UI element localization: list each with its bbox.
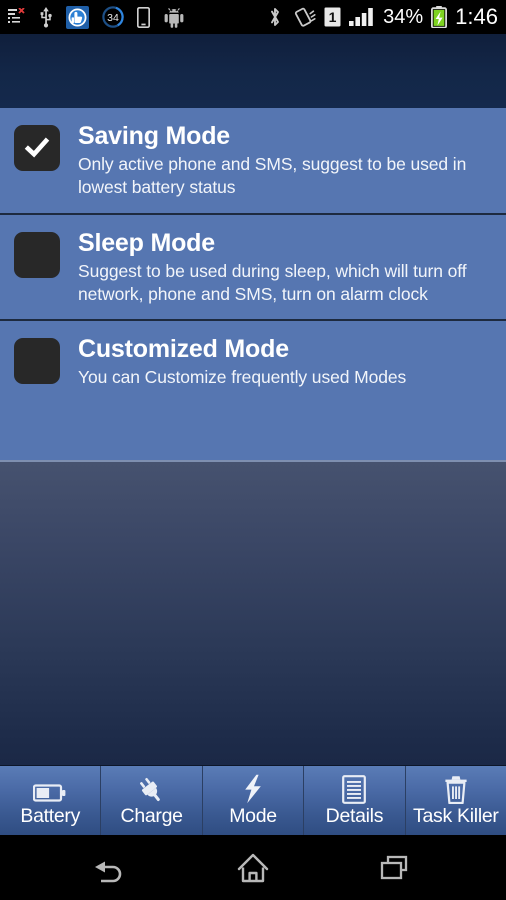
usb-icon [39,6,53,28]
status-bar-left-icons: 34 [8,5,185,29]
tab-label: Details [325,805,384,828]
battery-icon [33,774,67,804]
mode-description: Suggest to be used during sleep, which w… [78,260,467,304]
checkbox-sleep-mode[interactable] [14,231,60,278]
tab-label: Battery [20,805,81,828]
battery-percent-label: 34% [383,6,424,28]
status-bar-right-icons: 1 34% 1:46 [268,6,498,28]
plug-icon [137,774,167,804]
mode-title: Customized Mode [78,335,289,364]
bolt-icon [241,774,265,804]
phone-screen: 34 1 34% 1:46 Saving Mode Only active ph… [0,0,506,900]
mode-list-item-sleep[interactable]: Sleep Mode Suggest to be used during sle… [0,212,506,321]
content-background [0,460,506,765]
android-robot-icon [163,7,185,28]
status-bar: 34 1 34% 1:46 [0,0,506,34]
tab-mode[interactable]: Mode [202,766,305,835]
tab-battery[interactable]: Battery [0,766,102,835]
vibrate-icon [290,6,316,28]
mode-text-block: Customized Mode You can Customize freque… [78,335,412,389]
system-navigation-bar [0,835,506,900]
signal-bars-icon [349,7,375,27]
check-icon [24,137,50,158]
mode-text-block: Saving Mode Only active phone and SMS, s… [78,122,494,200]
mode-title: Saving Mode [78,122,230,150]
list-error-icon [8,8,26,26]
bottom-tab-bar: Battery Charge Mode Details Task Killer [0,765,506,835]
back-icon[interactable] [76,842,146,894]
checkbox-saving-mode[interactable] [14,125,60,171]
mode-list-item-saving[interactable]: Saving Mode Only active phone and SMS, s… [0,108,506,214]
bluetooth-icon [268,6,282,28]
battery-circle-value: 34 [107,12,119,24]
battery-charging-icon [431,6,448,28]
battery-percent-circle-icon: 34 [102,6,124,28]
clean-master-icon [66,5,89,29]
checkbox-customized-mode[interactable] [14,338,60,385]
svg-text:1: 1 [329,9,337,25]
tab-label: Task Killer [413,805,499,828]
tab-label: Charge [120,805,183,828]
status-bar-clock: 1:46 [455,4,498,29]
mode-description: You can Customize frequently used Modes [78,367,407,388]
mode-list-item-customized[interactable]: Customized Mode You can Customize freque… [0,319,506,404]
mode-title: Sleep Mode [78,228,215,257]
app-header-bar [0,34,506,108]
mode-description: Only active phone and SMS, suggest to be… [78,154,467,198]
recents-icon[interactable] [360,842,430,894]
tab-details[interactable]: Details [304,766,406,835]
mode-list: Saving Mode Only active phone and SMS, s… [0,108,506,460]
tab-charge[interactable]: Charge [101,766,203,835]
tab-label: Mode [229,805,277,828]
mode-text-block: Sleep Mode Suggest to be used during sle… [78,229,494,307]
sim-1-icon: 1 [324,7,341,27]
home-icon[interactable] [218,842,288,894]
trash-icon [443,774,469,805]
device-icon [137,6,150,28]
tab-task-killer[interactable]: Task Killer [405,766,506,835]
document-icon [342,774,367,805]
